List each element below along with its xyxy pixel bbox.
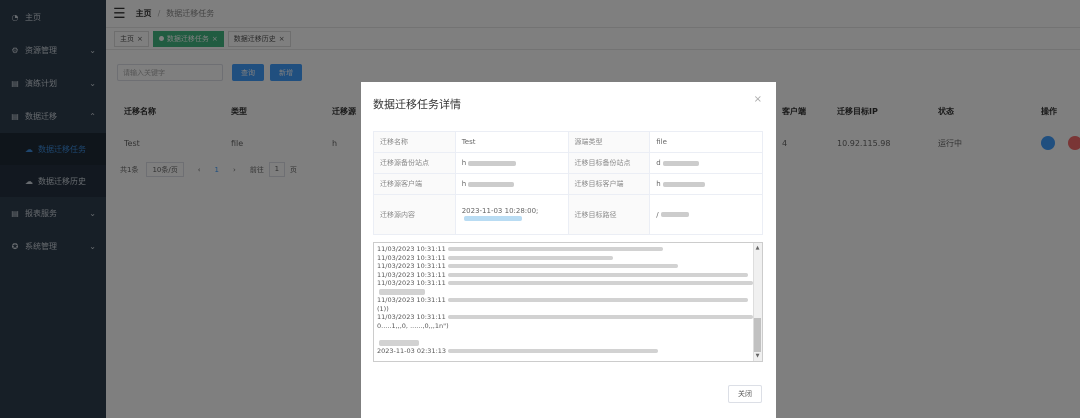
redacted-mark xyxy=(447,247,663,251)
redacted-mark xyxy=(379,339,419,346)
close-button[interactable]: 关闭 xyxy=(728,385,762,403)
detail-value: h xyxy=(454,173,569,195)
detail-value: file xyxy=(649,131,763,153)
detail-value: h xyxy=(649,173,763,195)
log-line xyxy=(377,339,762,348)
redacted-mark xyxy=(447,315,753,319)
detail-value: / xyxy=(649,194,763,235)
detail-value-text: h xyxy=(461,180,467,188)
detail-label: 迁移目标路径 xyxy=(567,194,651,235)
detail-label: 迁移源内容 xyxy=(373,194,456,235)
redacted-mark xyxy=(468,160,517,166)
detail-modal: 数据迁移任务详情 × 迁移名称 Test 源端类型 file 迁移源备份站点 h… xyxy=(361,82,776,418)
detail-value-text: h xyxy=(656,180,661,188)
log-text: (1)) xyxy=(377,304,389,313)
detail-value: Test xyxy=(454,131,569,153)
log-line: 11/03/2023 10:31:11 xyxy=(377,296,762,305)
redacted-mark xyxy=(448,349,659,353)
detail-value: h xyxy=(454,152,569,174)
log-line: 11/03/2023 10:31:11 xyxy=(377,313,762,322)
scroll-down-icon[interactable]: ▼ xyxy=(754,352,761,361)
detail-value: d xyxy=(649,152,763,174)
log-text: 2023-11-03 02:31:13 xyxy=(377,347,447,355)
log-text: 11/03/2023 10:31:11 xyxy=(377,262,446,270)
detail-value-text: / xyxy=(656,210,659,219)
log-line xyxy=(377,288,762,297)
redacted-mark xyxy=(447,272,748,277)
log-line: 11/03/2023 10:31:11 xyxy=(377,271,762,280)
detail-value-text: d xyxy=(656,159,661,167)
redacted-mark xyxy=(379,288,425,295)
detail-label: 迁移目标备份站点 xyxy=(567,152,651,174)
log-line: 11/03/2023 10:31:11 xyxy=(377,254,762,263)
redacted-mark xyxy=(463,216,522,221)
redacted-mark xyxy=(447,298,748,302)
redacted-mark xyxy=(447,255,613,260)
close-icon[interactable]: × xyxy=(754,94,762,105)
log-line: 11/03/2023 10:31:11 xyxy=(377,262,762,271)
detail-table: 迁移名称 Test 源端类型 file 迁移源备份站点 h 迁移目标备份站点 d… xyxy=(373,131,763,235)
redacted-mark xyxy=(662,160,699,166)
log-scrollbar[interactable]: ▲ ▼ xyxy=(753,243,762,361)
detail-label: 迁移目标客户端 xyxy=(567,173,651,195)
detail-value: 2023-11-03 10:28:00; xyxy=(454,194,569,235)
log-line: (1)) xyxy=(377,305,762,314)
detail-value-text: h xyxy=(461,159,467,167)
log-text: 11/03/2023 10:31:11 xyxy=(377,270,446,279)
redacted-mark xyxy=(468,181,515,187)
detail-label: 源端类型 xyxy=(567,131,651,153)
log-line: 2023-11-03 02:31:13 xyxy=(377,347,762,356)
log-line: 11/03/2023 10:31:11 xyxy=(377,245,762,254)
log-text: 0.....1,,,0, ......,0,,,1n") xyxy=(377,321,449,330)
log-output[interactable]: 11/03/2023 10:31:11 11/03/2023 10:31:11 … xyxy=(373,242,763,362)
detail-value-text: 2023-11-03 10:28:00; xyxy=(461,206,539,215)
redacted-mark xyxy=(447,264,678,268)
log-line: 0.....1,,,0, ......,0,,,1n") xyxy=(377,322,762,331)
log-text: 11/03/2023 10:31:11 xyxy=(377,313,446,321)
detail-label: 迁移源客户端 xyxy=(373,173,456,195)
redacted-mark xyxy=(447,281,753,285)
redacted-mark xyxy=(662,181,705,187)
log-text: 11/03/2023 10:31:11 xyxy=(377,296,446,304)
log-text: 11/03/2023 10:31:11 xyxy=(377,253,446,262)
detail-label: 迁移名称 xyxy=(373,131,456,153)
log-line: 11/03/2023 10:31:11 xyxy=(377,279,762,288)
redacted-mark xyxy=(660,212,689,217)
log-text: 11/03/2023 10:31:11 xyxy=(377,245,446,253)
modal-title: 数据迁移任务详情 xyxy=(373,98,461,111)
log-text: 11/03/2023 10:31:11 xyxy=(377,279,446,287)
scroll-up-icon[interactable]: ▲ xyxy=(754,244,761,253)
scroll-thumb[interactable] xyxy=(754,318,761,352)
detail-label: 迁移源备份站点 xyxy=(373,152,456,174)
